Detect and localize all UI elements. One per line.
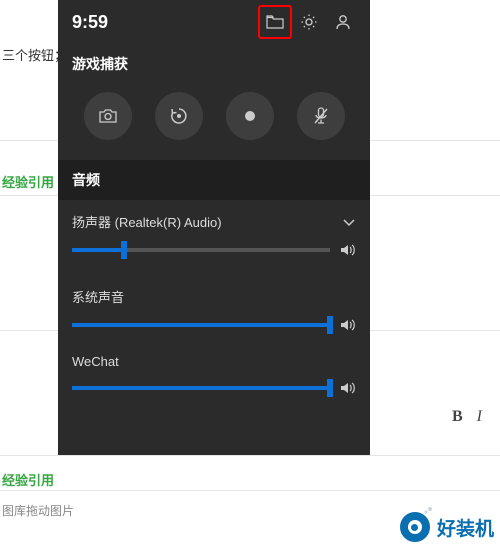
device-expand-button[interactable]	[342, 217, 356, 227]
device-volume-slider[interactable]	[72, 248, 330, 252]
wechat-audio-section: WeChat	[58, 342, 370, 399]
speaker-icon	[340, 381, 356, 395]
bg-text-ref2: 经验引用	[2, 470, 54, 489]
bg-text-gallery: 图库拖动图片	[2, 502, 74, 519]
watermark-logo: 好装机	[397, 509, 494, 545]
screenshot-button[interactable]	[84, 92, 132, 140]
italic-button[interactable]: I	[477, 408, 482, 425]
device-mute-button[interactable]	[340, 243, 356, 257]
mic-off-icon	[312, 106, 330, 126]
person-icon	[334, 13, 352, 31]
chevron-down-icon	[342, 217, 356, 227]
format-toolbar: B I	[452, 408, 482, 426]
audio-header: 音频	[58, 160, 370, 200]
top-bar: 9:59	[58, 0, 370, 44]
logo-text: 好装机	[437, 514, 494, 541]
speaker-icon	[340, 243, 356, 257]
record-icon	[242, 108, 258, 124]
captures-folder-button[interactable]	[258, 5, 292, 39]
wechat-label: WeChat	[72, 354, 119, 369]
wechat-mute-button[interactable]	[340, 381, 356, 395]
account-button[interactable]	[326, 5, 360, 39]
capture-buttons	[58, 82, 370, 160]
record-button[interactable]	[226, 92, 274, 140]
mic-toggle-button[interactable]	[297, 92, 345, 140]
logo-dots-icon	[424, 506, 434, 516]
bold-button[interactable]: B	[452, 408, 463, 425]
system-audio-section: 系统声音	[58, 275, 370, 336]
bg-text-ref1: 经验引用	[2, 172, 54, 191]
game-bar-panel: 9:59 游戏捕获 音频 扬声器 (Realtek(R) Audio)	[58, 0, 370, 455]
logo-eye-icon	[397, 509, 433, 545]
system-mute-button[interactable]	[340, 318, 356, 332]
replay-icon	[169, 106, 189, 126]
folder-icon	[266, 15, 284, 29]
camera-icon	[98, 108, 118, 124]
device-label: 扬声器 (Realtek(R) Audio)	[72, 212, 222, 231]
settings-button[interactable]	[292, 5, 326, 39]
speaker-icon	[340, 318, 356, 332]
capture-title: 游戏捕获	[58, 44, 370, 82]
audio-device-section: 扬声器 (Realtek(R) Audio)	[58, 200, 370, 261]
clock-time: 9:59	[68, 12, 258, 33]
system-volume-slider[interactable]	[72, 323, 330, 327]
gear-icon	[300, 13, 318, 31]
record-last-button[interactable]	[155, 92, 203, 140]
system-label: 系统声音	[72, 287, 124, 306]
wechat-volume-slider[interactable]	[72, 386, 330, 390]
